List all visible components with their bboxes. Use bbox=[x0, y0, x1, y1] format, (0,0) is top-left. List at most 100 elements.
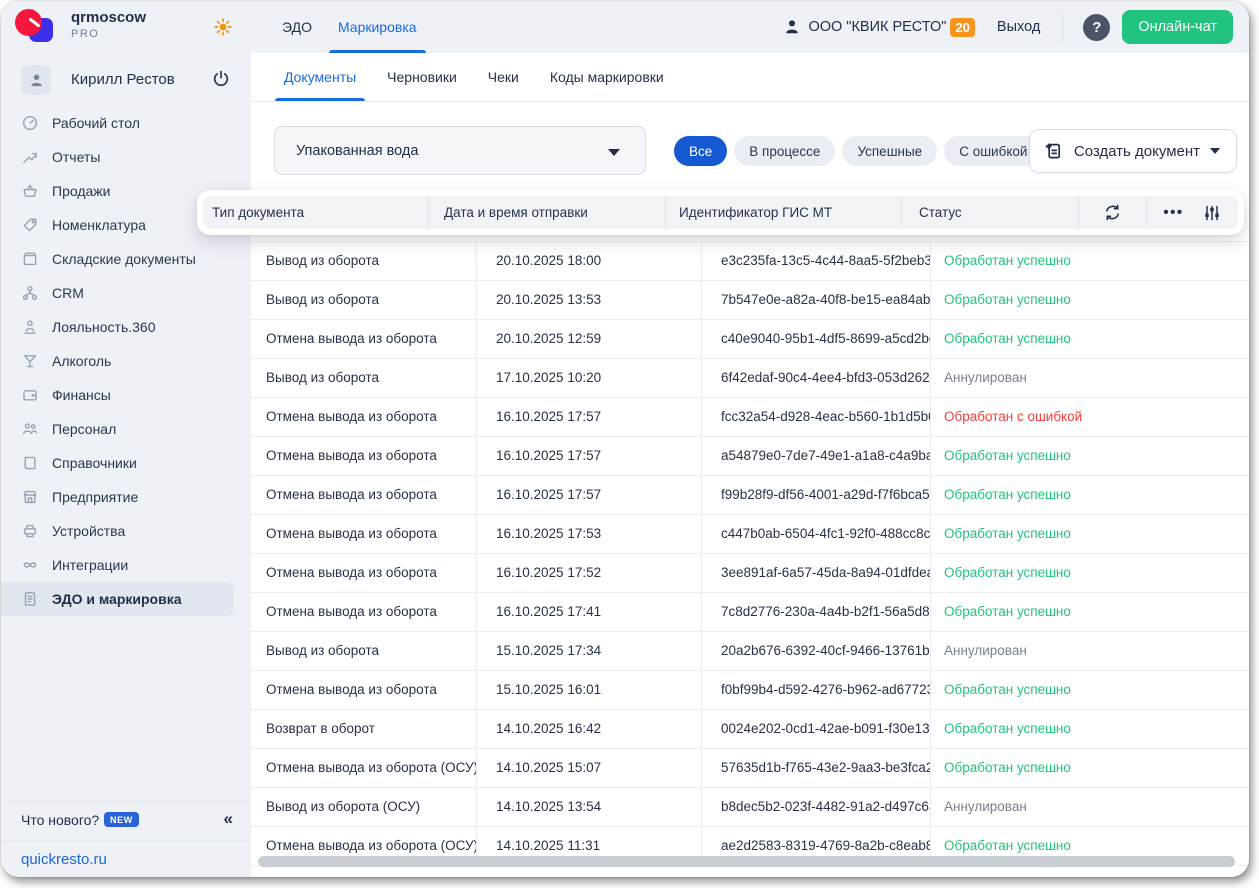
status-text: Обработан с ошибкой bbox=[944, 409, 1083, 424]
app-logo bbox=[15, 9, 55, 45]
company-badge: 20 bbox=[950, 17, 975, 37]
brand-row: qrmoscow PRO bbox=[1, 1, 251, 53]
column-header-sent-at[interactable]: Дата и время отправки bbox=[429, 196, 666, 229]
chevron-down-icon bbox=[608, 149, 620, 156]
status-text: Обработан успешно bbox=[944, 292, 1071, 307]
sidebar-item-warehouse[interactable]: Складские документы bbox=[1, 242, 251, 276]
subtab-3[interactable]: Коды маркировки bbox=[541, 53, 673, 101]
sidebar-item-staff[interactable]: Персонал bbox=[1, 412, 251, 446]
dashboard-icon bbox=[21, 114, 39, 132]
sidebar-item-devices[interactable]: Устройства bbox=[1, 514, 251, 548]
filter-chip-3[interactable]: С ошибкой bbox=[944, 136, 1043, 166]
user-row: Кирилл Рестов bbox=[1, 63, 251, 107]
subtab-1[interactable]: Черновики bbox=[378, 53, 466, 101]
sidebar-nav: Рабочий стол Отчеты Продажи Номенклатура… bbox=[1, 106, 251, 616]
box-icon bbox=[21, 250, 39, 268]
brand-tier: PRO bbox=[71, 28, 100, 40]
people-icon bbox=[21, 420, 39, 438]
refresh-icon[interactable] bbox=[1101, 201, 1125, 225]
document-icon bbox=[21, 590, 39, 608]
column-header-gis-id[interactable]: Идентификатор ГИС МТ bbox=[666, 196, 902, 229]
subtab-0[interactable]: Документы bbox=[275, 53, 366, 101]
table-row[interactable]: Отмена вывода из оборота 16.10.2025 17:5… bbox=[251, 554, 1249, 593]
create-document-button[interactable]: Создать документ bbox=[1028, 129, 1237, 173]
table-row[interactable]: Отмена вывода из оборота 20.10.2025 12:5… bbox=[251, 320, 1249, 359]
horizontal-scrollbar[interactable] bbox=[258, 856, 1235, 867]
table-row[interactable]: Вывод из оборота (ОСУ) 14.10.2025 13:54 … bbox=[251, 788, 1249, 827]
product-group-value: Упакованная вода bbox=[296, 143, 419, 159]
tab-edo[interactable]: ЭДО bbox=[273, 1, 321, 53]
logout-power-icon[interactable] bbox=[211, 69, 231, 89]
company-name[interactable]: ООО "КВИК РЕСТО" bbox=[808, 19, 946, 35]
basket-icon bbox=[21, 182, 39, 200]
documents-table-body: Вывод из оборота 20.10.2025 18:00 e3c235… bbox=[251, 241, 1249, 866]
status-text: Аннулирован bbox=[944, 799, 1027, 814]
status-text: Обработан успешно bbox=[944, 682, 1071, 697]
sidebar-item-integrations[interactable]: Интеграции bbox=[1, 548, 251, 582]
tab-marking[interactable]: Маркировка bbox=[328, 1, 426, 53]
table-row[interactable]: Отмена вывода из оборота 16.10.2025 17:4… bbox=[251, 593, 1249, 632]
topbar: ЭДО Маркировка ООО "КВИК РЕСТО" 20 Выход … bbox=[251, 1, 1249, 53]
martini-icon bbox=[21, 352, 39, 370]
status-text: Обработан успешно bbox=[944, 760, 1071, 775]
subtabs: Документы Черновики Чеки Коды маркировки bbox=[251, 53, 1249, 102]
chevron-down-icon bbox=[1210, 148, 1220, 154]
product-group-select[interactable]: Упакованная вода bbox=[274, 126, 646, 175]
user-name: Кирилл Рестов bbox=[71, 71, 175, 88]
infinity-icon bbox=[21, 556, 39, 574]
collapse-sidebar-icon[interactable]: « bbox=[224, 809, 233, 829]
table-row[interactable]: Отмена вывода из оборота 16.10.2025 17:5… bbox=[251, 437, 1249, 476]
printer-icon bbox=[21, 522, 39, 540]
column-header-status[interactable]: Статус bbox=[902, 196, 1079, 229]
theme-brightness-icon[interactable] bbox=[213, 17, 233, 37]
table-row[interactable]: Вывод из оборота 20.10.2025 18:00 e3c235… bbox=[251, 242, 1249, 281]
table-row[interactable]: Отмена вывода из оборота 15.10.2025 16:0… bbox=[251, 671, 1249, 710]
whats-new-link[interactable]: Что нового? bbox=[21, 812, 99, 828]
wallet-icon bbox=[21, 386, 39, 404]
sidebar-item-edo-marking[interactable]: ЭДО и маркировка bbox=[1, 582, 234, 616]
chart-icon bbox=[21, 148, 39, 166]
table-row[interactable]: Вывод из оборота 20.10.2025 13:53 7b547e… bbox=[251, 281, 1249, 320]
top-tabs: ЭДО Маркировка bbox=[273, 1, 434, 53]
table-row[interactable]: Вывод из оборота 17.10.2025 10:20 6f42ed… bbox=[251, 359, 1249, 398]
help-icon[interactable]: ? bbox=[1083, 13, 1111, 41]
filter-chip-2[interactable]: Успешные bbox=[842, 136, 938, 166]
sidebar-item-crm[interactable]: CRM bbox=[1, 276, 251, 310]
status-text: Обработан успешно bbox=[944, 253, 1071, 268]
table-row[interactable]: Вывод из оборота 15.10.2025 17:34 20a2b6… bbox=[251, 632, 1249, 671]
status-text: Аннулирован bbox=[944, 643, 1027, 658]
sidebar: qrmoscow PRO Кирилл Рестов Рабочий стол … bbox=[1, 1, 251, 877]
sidebar-footer: Что нового? NEW « quickresto.ru bbox=[1, 801, 251, 877]
filter-chip-0[interactable]: Все bbox=[674, 136, 728, 166]
filter-chip-1[interactable]: В процессе bbox=[734, 136, 836, 166]
sidebar-item-loyalty[interactable]: Лояльность.360 bbox=[1, 310, 251, 344]
column-settings-icon[interactable] bbox=[1200, 201, 1224, 225]
status-text: Обработан успешно bbox=[944, 448, 1071, 463]
status-text: Обработан успешно bbox=[944, 604, 1071, 619]
sidebar-item-desktop[interactable]: Рабочий стол bbox=[1, 106, 251, 140]
org-icon bbox=[21, 284, 39, 302]
sidebar-item-alcohol[interactable]: Алкоголь bbox=[1, 344, 251, 378]
sidebar-item-reports[interactable]: Отчеты bbox=[1, 140, 251, 174]
column-header-type[interactable]: Тип документа bbox=[203, 196, 429, 229]
table-row[interactable]: Отмена вывода из оборота 16.10.2025 17:5… bbox=[251, 398, 1249, 437]
create-document-label: Создать документ bbox=[1073, 142, 1200, 160]
online-chat-button[interactable]: Онлайн-чат bbox=[1122, 10, 1233, 44]
main-content: Документы Черновики Чеки Коды маркировки Уп… bbox=[251, 53, 1249, 877]
more-options-icon[interactable]: ••• bbox=[1161, 201, 1185, 225]
sidebar-item-directories[interactable]: Справочники bbox=[1, 446, 251, 480]
site-link[interactable]: quickresto.ru bbox=[21, 851, 107, 868]
sidebar-item-finance[interactable]: Финансы bbox=[1, 378, 251, 412]
book-icon bbox=[21, 454, 39, 472]
table-row[interactable]: Возврат в оборот 14.10.2025 16:42 0024e2… bbox=[251, 710, 1249, 749]
subtab-2[interactable]: Чеки bbox=[479, 53, 528, 101]
table-row[interactable]: Отмена вывода из оборота (ОСУ) 14.10.202… bbox=[251, 749, 1249, 788]
topbar-divider bbox=[1062, 12, 1064, 42]
logout-link[interactable]: Выход bbox=[997, 19, 1040, 35]
table-row[interactable]: Отмена вывода из оборота 16.10.2025 17:5… bbox=[251, 476, 1249, 515]
status-text: Обработан успешно bbox=[944, 331, 1071, 346]
status-text: Обработан успешно bbox=[944, 721, 1071, 736]
table-row[interactable]: Отмена вывода из оборота 16.10.2025 17:5… bbox=[251, 515, 1249, 554]
company-person-icon bbox=[783, 18, 801, 36]
sidebar-item-enterprise[interactable]: Предприятие bbox=[1, 480, 251, 514]
